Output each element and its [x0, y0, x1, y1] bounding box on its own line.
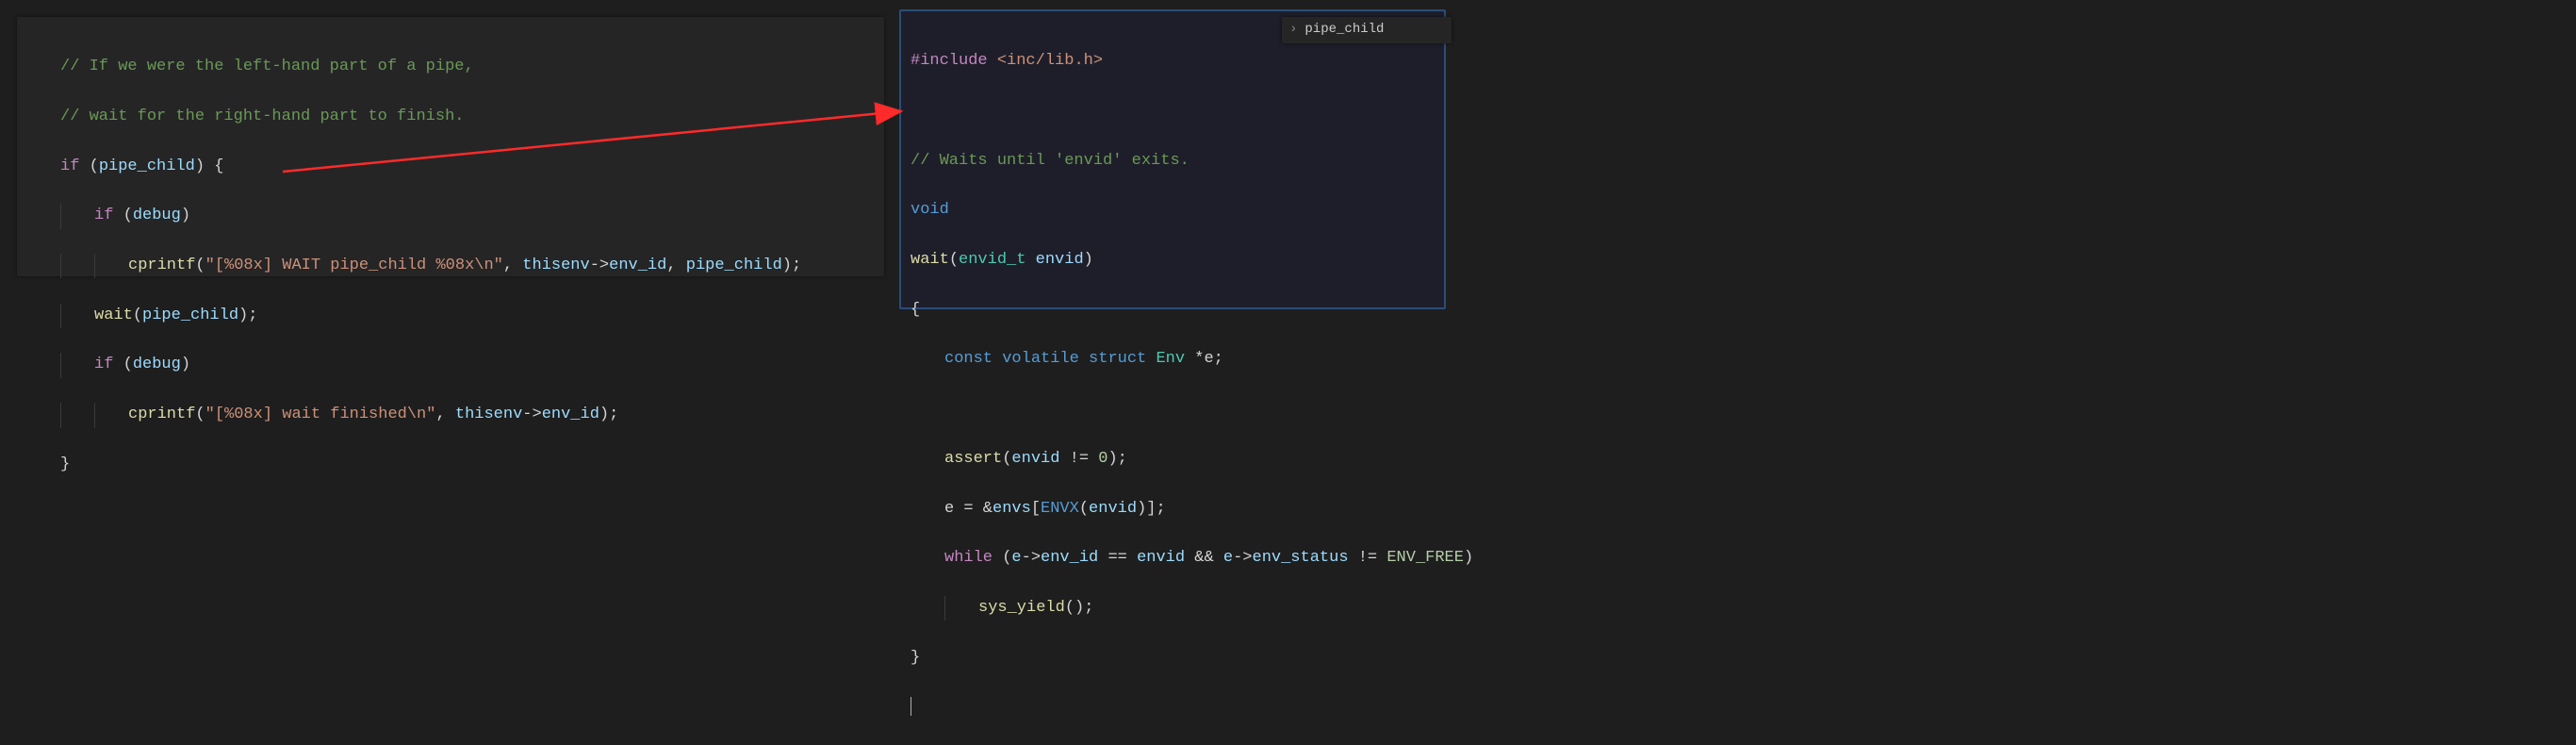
code-line: cprintf("[%08x] wait finished\n", thisen…: [26, 403, 875, 427]
code-line: while (e->env_id == envid && e->env_stat…: [911, 546, 1435, 571]
code-line: {: [911, 298, 1435, 323]
code-line: sys_yield();: [911, 596, 1435, 621]
chevron-right-icon: ›: [1289, 20, 1297, 41]
code-line: // wait for the right-hand part to finis…: [26, 105, 875, 129]
code-line: wait(pipe_child);: [26, 304, 875, 328]
code-line: wait(envid_t envid): [911, 248, 1435, 273]
code-line: const volatile struct Env *e;: [911, 347, 1435, 372]
left-code-pane[interactable]: // If we were the left-hand part of a pi…: [17, 17, 884, 276]
code-blank-line: [911, 397, 1435, 422]
code-line: #include <inc/lib.h>: [911, 49, 1435, 74]
code-blank-line: [911, 99, 1435, 124]
code-line: assert(envid != 0);: [911, 447, 1435, 472]
code-line: if (debug): [26, 353, 875, 377]
right-code-pane[interactable]: #include <inc/lib.h> // Waits until 'env…: [899, 9, 1446, 309]
code-line: }: [26, 453, 875, 477]
code-line: cprintf("[%08x] WAIT pipe_child %08x\n",…: [26, 254, 875, 278]
code-line: if (debug): [26, 204, 875, 228]
code-line: e = &envs[ENVX(envid)];: [911, 497, 1435, 522]
code-line: }: [911, 646, 1435, 670]
breadcrumb[interactable]: › pipe_child: [1282, 17, 1452, 43]
code-line: void: [911, 198, 1435, 223]
code-cursor-line: [911, 695, 1435, 720]
code-line: if (pipe_child) {: [26, 155, 875, 179]
code-line: // If we were the left-hand part of a pi…: [26, 55, 875, 79]
code-line: // Waits until 'envid' exits.: [911, 149, 1435, 174]
breadcrumb-label: pipe_child: [1304, 20, 1384, 41]
